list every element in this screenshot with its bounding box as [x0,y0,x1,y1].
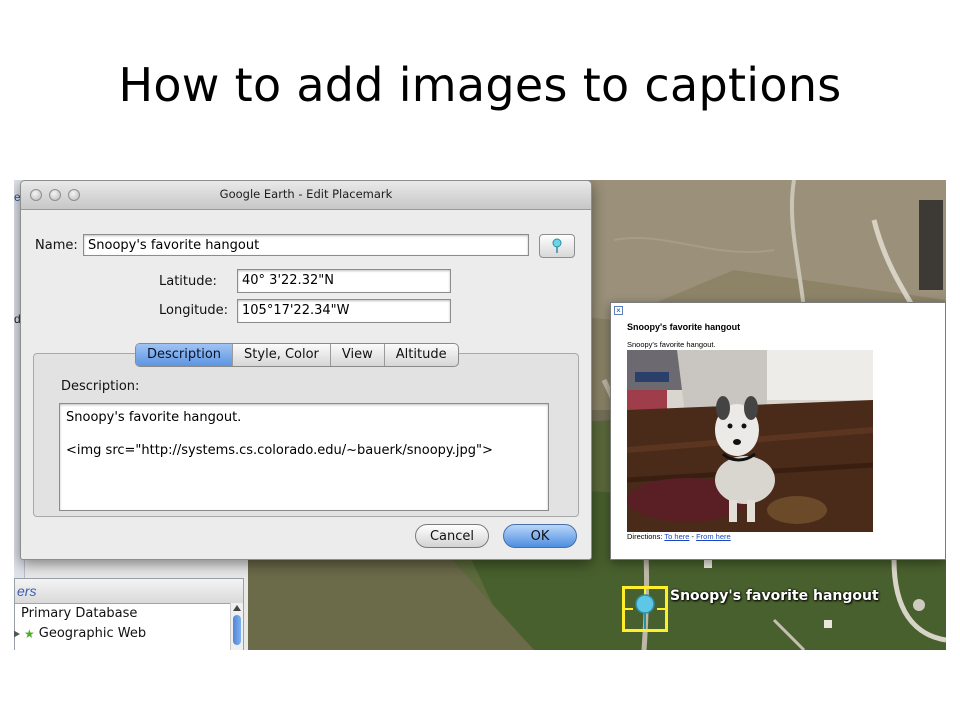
dog-photo [627,350,873,532]
ok-button[interactable]: OK [503,524,577,548]
layer-item[interactable]: Primary Database [15,604,243,624]
star-icon: ★ [24,627,35,641]
layers-panel: ers Primary Database ★ Geographic Web [14,578,244,650]
latitude-field[interactable]: 40° 3'22.32"N [237,269,451,293]
balloon-description: Snoopy's favorite hangout. [627,340,716,349]
description-line: <img src="http://systems.cs.colorado.edu… [66,443,493,458]
placemark-label[interactable]: Snoopy's favorite hangout [670,588,879,604]
from-here-link[interactable]: From here [696,532,731,541]
tab-view[interactable]: View [331,344,385,366]
name-label: Name: [35,238,78,253]
edit-placemark-dialog: Google Earth - Edit Placemark Name: Snoo… [20,180,592,560]
placemark-marker[interactable] [622,586,668,632]
pushpin-icon [552,238,562,253]
google-earth-screenshot: es de ers Primary Database ★ Geographic … [14,180,946,650]
layer-label: Geographic Web [38,626,147,641]
longitude-label: Longitude: [159,303,229,318]
name-field[interactable]: Snoopy's favorite hangout [83,234,529,256]
latitude-label: Latitude: [159,274,217,289]
tab-altitude[interactable]: Altitude [385,344,458,366]
close-icon[interactable]: × [614,306,623,315]
layers-header: ers [15,579,243,604]
tab-description[interactable]: Description [136,344,234,366]
directions-label: Directions: [627,532,663,541]
description-label: Description: [61,379,140,394]
dialog-title: Google Earth - Edit Placemark [219,187,393,201]
balloon-title: Snoopy's favorite hangout [627,322,741,332]
placemark-icon-button[interactable] [539,234,575,258]
longitude-field[interactable]: 105°17'22.34"W [237,299,451,323]
balloon-directions: Directions: To here - From here [627,532,731,541]
layer-item[interactable]: ★ Geographic Web [14,624,243,644]
description-textarea[interactable]: Snoopy's favorite hangout. <img src="htt… [59,403,549,511]
layers-scrollbar[interactable] [230,603,243,650]
dialog-titlebar[interactable]: Google Earth - Edit Placemark [21,181,591,210]
cancel-button[interactable]: Cancel [415,524,489,548]
tab-style-color[interactable]: Style, Color [233,344,331,366]
tab-bar: Description Style, Color View Altitude [135,343,459,367]
description-line: Snoopy's favorite hangout. [66,410,242,425]
to-here-link[interactable]: To here [664,532,689,541]
expand-triangle-icon[interactable] [14,630,20,638]
layer-label: Primary Database [21,606,138,621]
placemark-pin-icon [625,589,665,629]
slide-title: How to add images to captions [118,58,842,112]
scrollbar-thumb[interactable] [233,615,241,645]
scroll-up-arrow-icon[interactable] [233,605,241,611]
placemark-balloon: × Snoopy's favorite hangout Snoopy's fav… [610,302,946,560]
